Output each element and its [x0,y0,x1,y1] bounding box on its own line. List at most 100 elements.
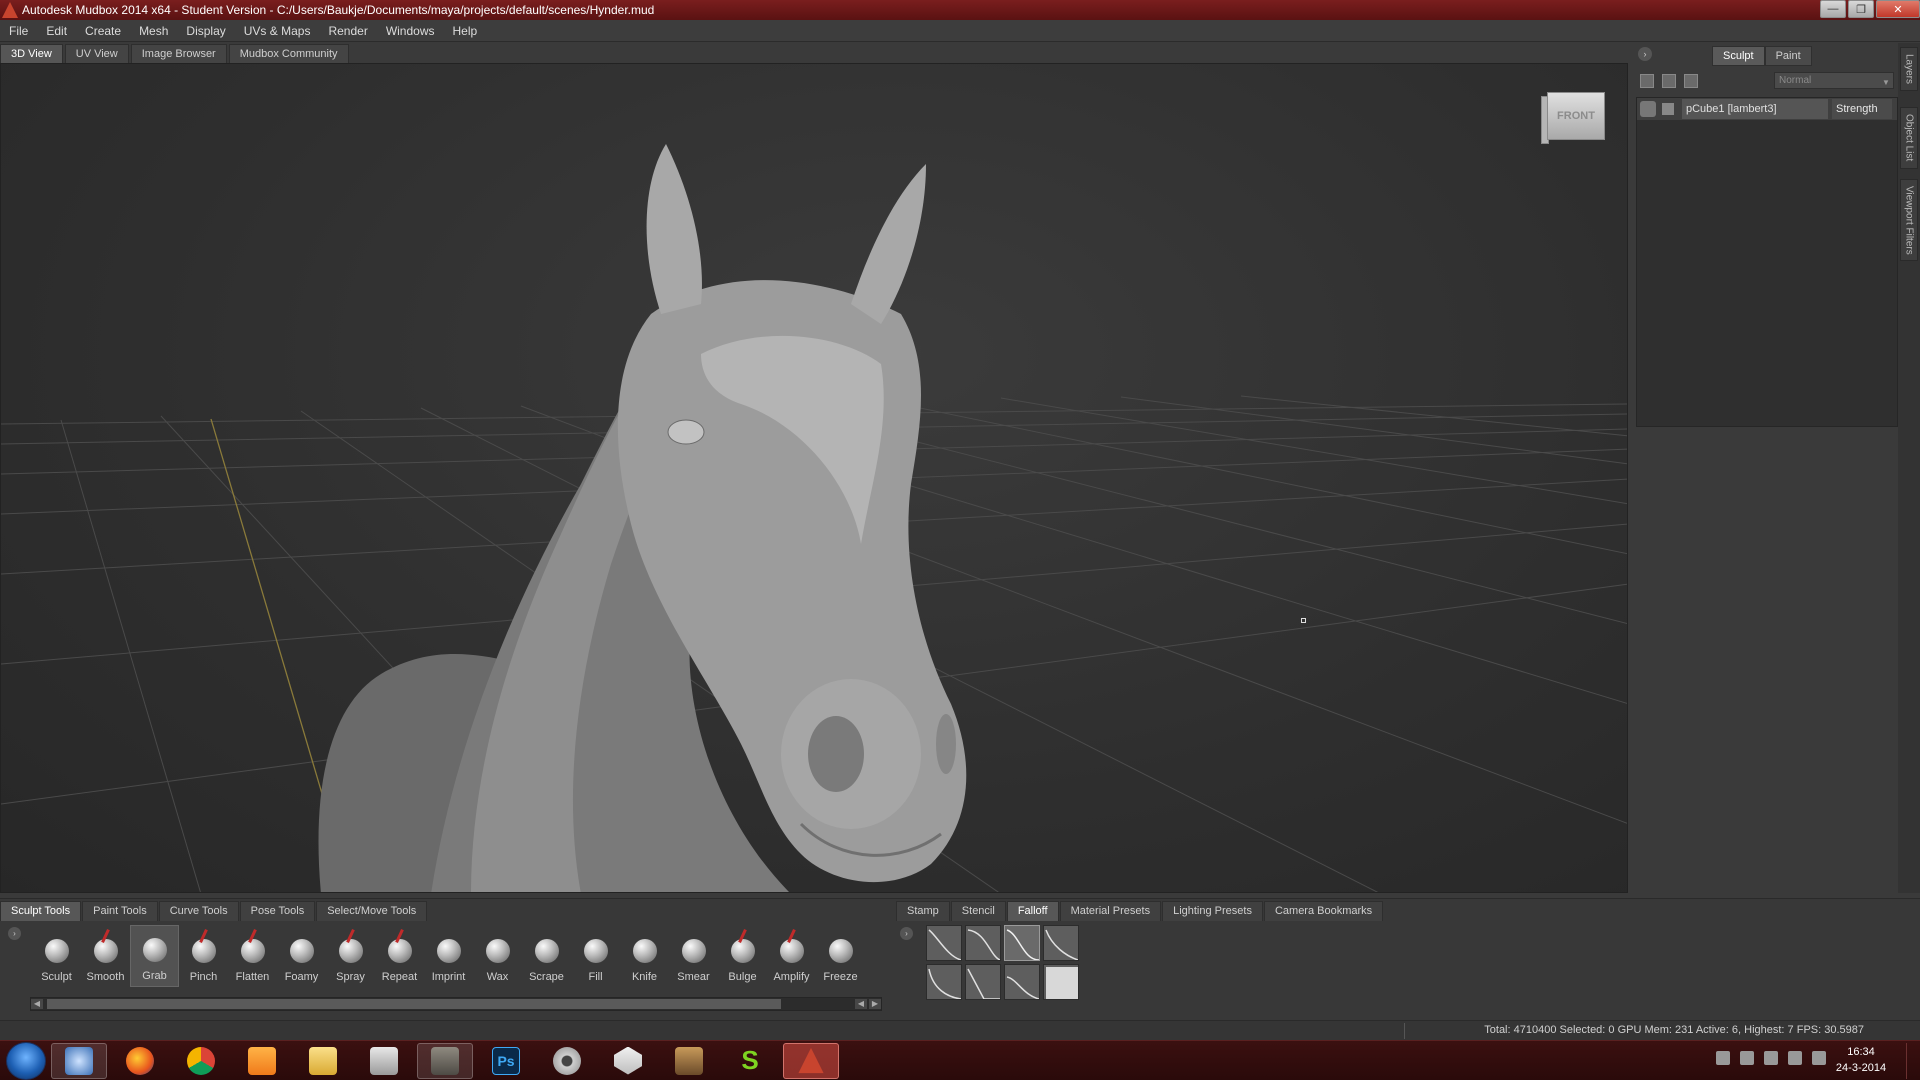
tab-sculpt-tools[interactable]: Sculpt Tools [0,901,82,921]
layer-name[interactable]: pCube1 [lambert3] [1682,99,1828,119]
show-desktop-button[interactable] [1906,1043,1918,1079]
layer-strength[interactable]: Strength [1832,99,1892,119]
falloff-preset-8[interactable] [1043,964,1079,1000]
falloff-preset-6[interactable] [965,964,1001,1000]
tab-paint[interactable]: Paint [1764,46,1812,66]
tool-grab-button[interactable]: Grab [130,925,179,987]
tool-spray-button[interactable]: Spray [326,925,375,987]
taskbar-window[interactable] [356,1043,412,1079]
tab-paint-tools[interactable]: Paint Tools [82,901,158,921]
minimize-button[interactable]: — [1820,0,1846,18]
usb-icon[interactable] [1764,1051,1778,1065]
taskbar-chrome[interactable] [173,1043,229,1079]
tray-expand-arrow-icon[interactable]: › [8,927,21,940]
tab-mudbox-community[interactable]: Mudbox Community [228,44,349,63]
menu-create[interactable]: Create [76,24,130,38]
tool-scrape-button[interactable]: Scrape [522,925,571,987]
viewcube[interactable]: FRONT [1541,92,1605,146]
volume-icon[interactable] [1812,1051,1826,1065]
tab-uv-view[interactable]: UV View [64,44,129,63]
delete-layer-icon[interactable] [1684,74,1698,88]
taskbar-mudbox[interactable] [783,1042,839,1079]
tool-sculpt-button[interactable]: Sculpt [32,925,81,987]
tab-select-move-tools[interactable]: Select/Move Tools [316,901,428,921]
tool-freeze-button[interactable]: Freeze [816,925,865,987]
menu-render[interactable]: Render [319,24,376,38]
taskbar-s-app[interactable]: S [722,1043,778,1079]
tab-sculpt[interactable]: Sculpt [1712,46,1765,66]
tab-stamp[interactable]: Stamp [896,901,950,921]
taskbar-unity[interactable] [600,1043,656,1079]
taskbar-media-player[interactable] [234,1043,290,1079]
flatten-tool-icon [240,939,265,963]
close-button[interactable]: ✕ [1876,0,1920,18]
side-tab-object-list[interactable]: Object List [1900,107,1918,169]
viewcube-front-face[interactable]: FRONT [1547,92,1605,140]
tool-pinch-button[interactable]: Pinch [179,925,228,987]
taskbar-settings[interactable] [539,1043,595,1079]
menu-help[interactable]: Help [444,24,487,38]
scroll-right-icon[interactable]: ▶ [869,999,881,1009]
menu-display[interactable]: Display [177,24,234,38]
panel-collapse-arrow-icon[interactable]: › [1638,47,1652,61]
tray-up-arrow-icon[interactable] [1716,1051,1730,1065]
taskbar-file-explorer[interactable] [295,1043,351,1079]
eye-icon[interactable] [1640,101,1656,117]
taskbar-firefox[interactable] [112,1043,168,1079]
tool-imprint-button[interactable]: Imprint [424,925,473,987]
scroll-left-icon-2[interactable]: ◀ [855,999,867,1009]
tools-scrollbar[interactable]: ◀ ◀ ▶ [30,997,882,1011]
merge-layer-icon[interactable] [1662,74,1676,88]
tool-smear-button[interactable]: Smear [669,925,718,987]
tab-camera-bookmarks[interactable]: Camera Bookmarks [1263,901,1384,921]
network-tray-icon[interactable] [1788,1051,1802,1065]
tab-falloff[interactable]: Falloff [1006,901,1059,921]
props-expand-arrow-icon[interactable]: › [900,927,913,940]
taskbar-moose-app[interactable] [661,1043,717,1079]
menu-windows[interactable]: Windows [377,24,444,38]
tab-curve-tools[interactable]: Curve Tools [158,901,239,921]
menu-edit[interactable]: Edit [37,24,76,38]
tab-pose-tools[interactable]: Pose Tools [239,901,316,921]
scroll-left-icon[interactable]: ◀ [31,999,43,1009]
maximize-button[interactable]: ❐ [1848,0,1874,18]
tool-flatten-button[interactable]: Flatten [228,925,277,987]
tab-material-presets[interactable]: Material Presets [1059,901,1162,921]
falloff-preset-1[interactable] [926,925,962,961]
tool-fill-button[interactable]: Fill [571,925,620,987]
tool-knife-button[interactable]: Knife [620,925,669,987]
menu-file[interactable]: File [0,24,37,38]
tab-3d-view[interactable]: 3D View [0,44,63,63]
scrollbar-thumb[interactable] [47,999,781,1009]
action-center-flag-icon[interactable] [1740,1051,1754,1065]
menu-uvs-maps[interactable]: UVs & Maps [235,24,320,38]
new-layer-icon[interactable] [1640,74,1654,88]
taskbar-clock[interactable]: 16:34 24-3-2014 [1826,1044,1896,1076]
falloff-preset-5[interactable] [926,964,962,1000]
tool-foamy-button[interactable]: Foamy [277,925,326,987]
tab-lighting-presets[interactable]: Lighting Presets [1162,901,1263,921]
taskbar-network[interactable] [51,1042,107,1079]
falloff-preset-2[interactable] [965,925,1001,961]
falloff-preset-3[interactable] [1004,925,1040,961]
tab-stencil[interactable]: Stencil [950,901,1006,921]
start-button[interactable] [6,1041,46,1080]
blend-mode-select[interactable]: Normal ▼ [1774,72,1894,89]
lock-icon[interactable] [1662,103,1674,115]
network-icon [65,1046,93,1075]
tool-bulge-button[interactable]: Bulge [718,925,767,987]
side-tab-layers[interactable]: Layers [1900,47,1918,91]
side-tab-viewport-filters[interactable]: Viewport Filters [1900,179,1918,261]
falloff-preset-7[interactable] [1004,964,1040,1000]
tab-image-browser[interactable]: Image Browser [130,44,227,63]
tool-wax-button[interactable]: Wax [473,925,522,987]
taskbar-photoshop[interactable]: Ps [478,1043,534,1079]
tool-smooth-button[interactable]: Smooth [81,925,130,987]
menu-mesh[interactable]: Mesh [130,24,177,38]
3d-viewport[interactable]: FRONT [0,63,1628,893]
tool-amplify-button[interactable]: Amplify [767,925,816,987]
taskbar-gimp[interactable] [417,1042,473,1079]
tool-repeat-button[interactable]: Repeat [375,925,424,987]
falloff-preset-4[interactable] [1043,925,1079,961]
layer-row[interactable]: pCube1 [lambert3] Strength [1637,98,1897,120]
